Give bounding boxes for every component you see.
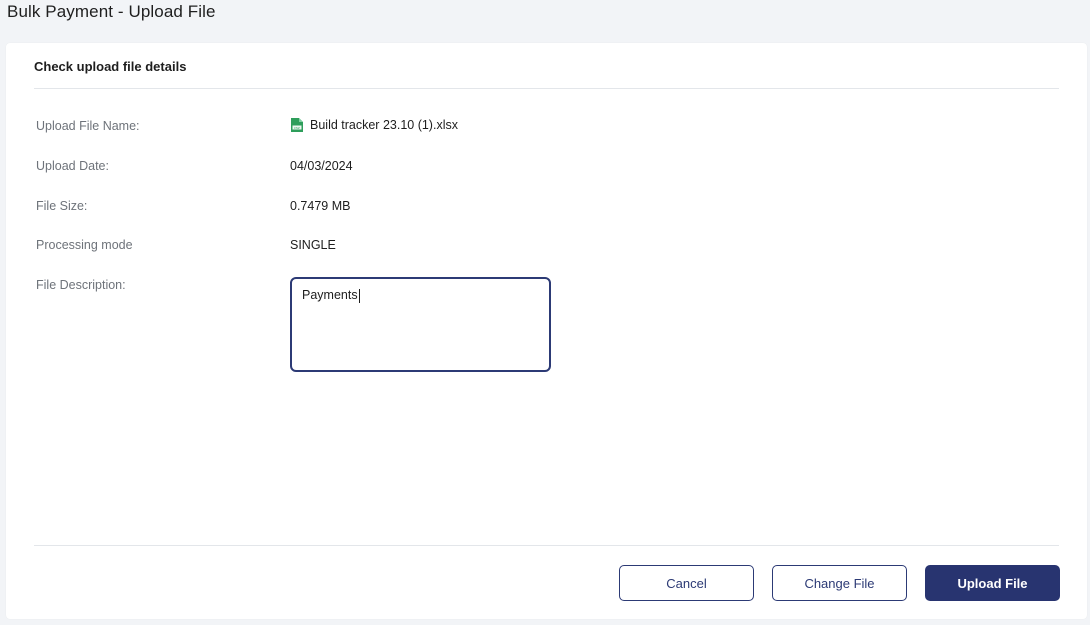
text-caret [358, 288, 360, 303]
change-file-button[interactable]: Change File [772, 565, 907, 601]
file-size-label: File Size: [36, 199, 88, 213]
top-divider [34, 88, 1059, 89]
file-description-input[interactable]: Payments [290, 277, 551, 372]
svg-text:csv: csv [294, 126, 300, 130]
processing-mode-value: SINGLE [290, 238, 336, 252]
file-name-text: Build tracker 23.10 (1).xlsx [310, 118, 458, 132]
file-description-text: Payments [302, 288, 358, 302]
file-name-value: csv Build tracker 23.10 (1).xlsx [290, 117, 458, 133]
bottom-divider [34, 545, 1059, 546]
upload-date-value: 04/03/2024 [290, 159, 353, 173]
file-description-label: File Description: [36, 278, 126, 292]
file-name-label: Upload File Name: [36, 119, 140, 133]
spreadsheet-file-icon: csv [290, 117, 304, 133]
file-size-value: 0.7479 MB [290, 199, 351, 213]
page-title: Bulk Payment - Upload File [7, 2, 216, 21]
upload-date-label: Upload Date: [36, 159, 109, 173]
section-title: Check upload file details [34, 59, 187, 74]
cancel-button[interactable]: Cancel [619, 565, 754, 601]
upload-details-card: Check upload file details Upload File Na… [6, 43, 1087, 619]
processing-mode-label: Processing mode [36, 238, 133, 252]
upload-file-button[interactable]: Upload File [925, 565, 1060, 601]
